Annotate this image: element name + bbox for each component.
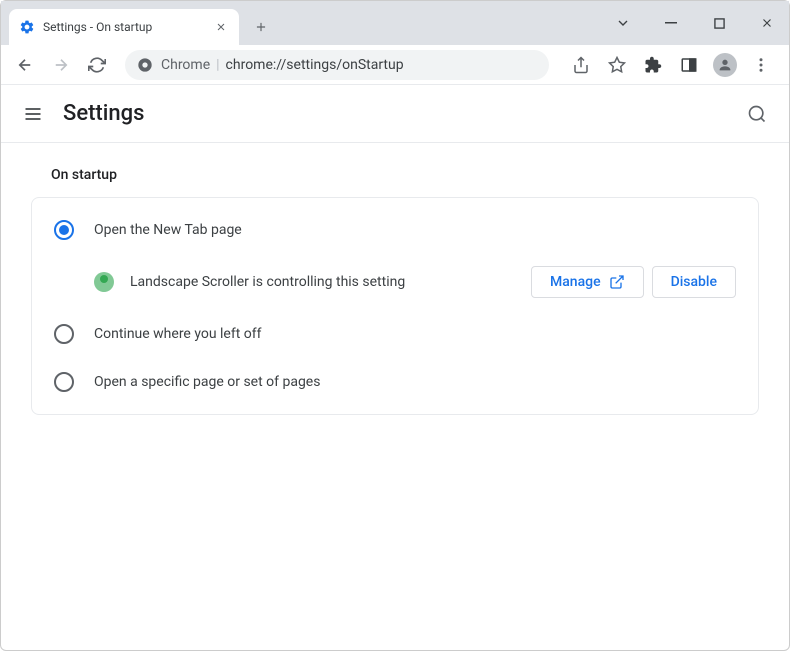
chrome-icon (137, 57, 153, 73)
radio-continue-left-off[interactable]: Continue where you left off (32, 310, 758, 358)
extension-icon (94, 272, 114, 292)
radio-label: Open the New Tab page (94, 222, 242, 238)
minimize-icon[interactable] (657, 9, 685, 37)
menu-dots-icon[interactable] (749, 53, 773, 77)
chevron-down-icon[interactable] (609, 9, 637, 37)
radio-icon (54, 324, 74, 344)
reload-button[interactable] (81, 49, 113, 81)
settings-header: Settings (1, 85, 789, 143)
extensions-puzzle-icon[interactable] (641, 53, 665, 77)
radio-open-new-tab[interactable]: Open the New Tab page (32, 206, 758, 254)
profile-avatar-icon[interactable] (713, 53, 737, 77)
bookmark-star-icon[interactable] (605, 53, 629, 77)
extension-actions: Manage Disable (531, 266, 736, 298)
close-tab-icon[interactable] (213, 19, 229, 35)
settings-content: On startup Open the New Tab page Landsca… (1, 143, 789, 439)
close-window-icon[interactable] (753, 9, 781, 37)
toolbar-actions (561, 53, 781, 77)
radio-icon (54, 220, 74, 240)
window-titlebar: Settings - On startup (1, 1, 789, 45)
maximize-icon[interactable] (705, 9, 733, 37)
manage-button[interactable]: Manage (531, 266, 644, 298)
startup-card: Open the New Tab page Landscape Scroller… (31, 197, 759, 415)
browser-tab[interactable]: Settings - On startup (9, 9, 239, 45)
section-title: On startup (31, 167, 759, 183)
forward-button[interactable] (45, 49, 77, 81)
page-title: Settings (63, 101, 144, 126)
disable-button[interactable]: Disable (652, 266, 736, 298)
url-text: Chrome | chrome://settings/onStartup (161, 57, 404, 73)
new-tab-button[interactable] (247, 13, 275, 41)
address-bar[interactable]: Chrome | chrome://settings/onStartup (125, 50, 549, 80)
settings-gear-icon (19, 19, 35, 35)
open-external-icon (609, 274, 625, 290)
radio-icon (54, 372, 74, 392)
sidepanel-icon[interactable] (677, 53, 701, 77)
window-controls (609, 1, 789, 45)
share-icon[interactable] (569, 53, 593, 77)
extension-message: Landscape Scroller is controlling this s… (130, 274, 515, 290)
radio-label: Open a specific page or set of pages (94, 374, 320, 390)
radio-label: Continue where you left off (94, 326, 262, 342)
radio-specific-pages[interactable]: Open a specific page or set of pages (32, 358, 758, 406)
back-button[interactable] (9, 49, 41, 81)
extension-notice-row: Landscape Scroller is controlling this s… (32, 254, 758, 310)
tab-title: Settings - On startup (43, 20, 205, 34)
hamburger-menu-icon[interactable] (21, 102, 45, 126)
search-icon[interactable] (745, 102, 769, 126)
browser-toolbar: Chrome | chrome://settings/onStartup (1, 45, 789, 85)
